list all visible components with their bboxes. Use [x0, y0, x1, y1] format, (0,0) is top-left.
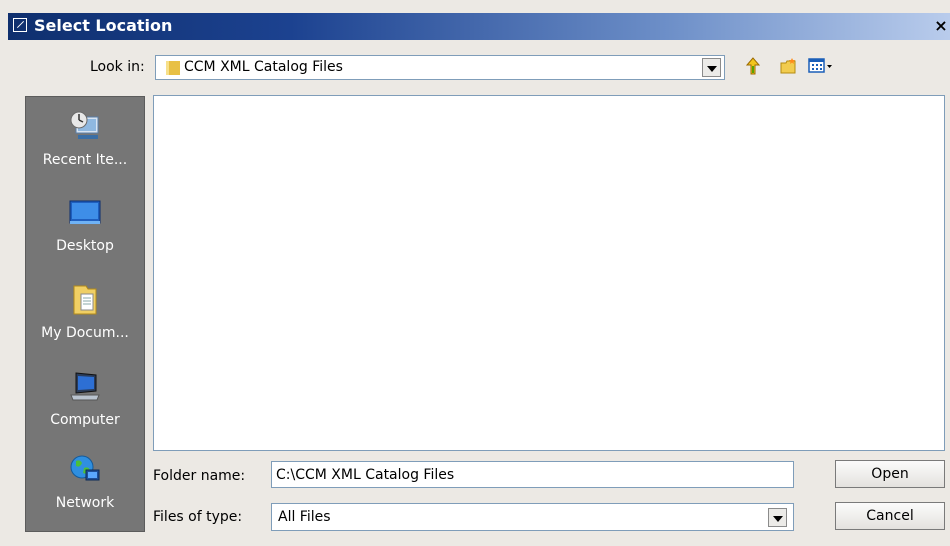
folder-name-label: Folder name: [153, 468, 246, 484]
view-menu-icon[interactable] [808, 57, 834, 75]
place-computer[interactable]: Computer [26, 369, 144, 449]
title-bar[interactable]: Select Location × [8, 13, 950, 40]
create-new-folder-icon[interactable] [779, 57, 798, 75]
place-recent-items[interactable]: Recent Ite... [26, 109, 144, 189]
place-label: Desktop [56, 238, 114, 254]
dialog-title: Select Location [34, 16, 173, 35]
file-list[interactable] [153, 95, 945, 451]
desktop-icon [69, 200, 101, 224]
my-documents-icon [73, 285, 97, 315]
folder-icon [166, 61, 180, 75]
computer-icon [70, 372, 100, 401]
files-of-type-value: All Files [278, 509, 331, 525]
place-label: Recent Ite... [42, 152, 128, 168]
files-of-type-label: Files of type: [153, 509, 243, 525]
close-button[interactable]: × [932, 16, 950, 36]
files-of-type-dropdown-button[interactable] [768, 508, 787, 527]
dialog-icon [13, 18, 27, 32]
select-location-dialog: Select Location × Look in: CCM XML Catal… [0, 0, 950, 546]
places-bar: Recent Ite... Desktop My Docum... Comput… [25, 96, 145, 532]
place-label: Computer [50, 412, 120, 428]
look-in-value: CCM XML Catalog Files [184, 59, 343, 75]
look-in-dropdown-button[interactable] [702, 58, 721, 77]
place-label: My Docum... [41, 325, 129, 341]
look-in-label: Look in: [90, 59, 145, 75]
network-icon [70, 455, 100, 483]
place-my-documents[interactable]: My Docum... [26, 282, 144, 362]
up-one-level-icon[interactable] [746, 57, 760, 75]
recent-items-icon [70, 111, 99, 139]
folder-name-input[interactable] [271, 461, 794, 488]
open-button[interactable]: Open [835, 460, 945, 488]
cancel-button[interactable]: Cancel [835, 502, 945, 530]
place-desktop[interactable]: Desktop [26, 195, 144, 275]
files-of-type-combo[interactable]: All Files [271, 503, 794, 531]
place-network[interactable]: Network [26, 452, 144, 532]
look-in-combo[interactable]: CCM XML Catalog Files [155, 55, 725, 80]
place-label: Network [55, 495, 115, 511]
